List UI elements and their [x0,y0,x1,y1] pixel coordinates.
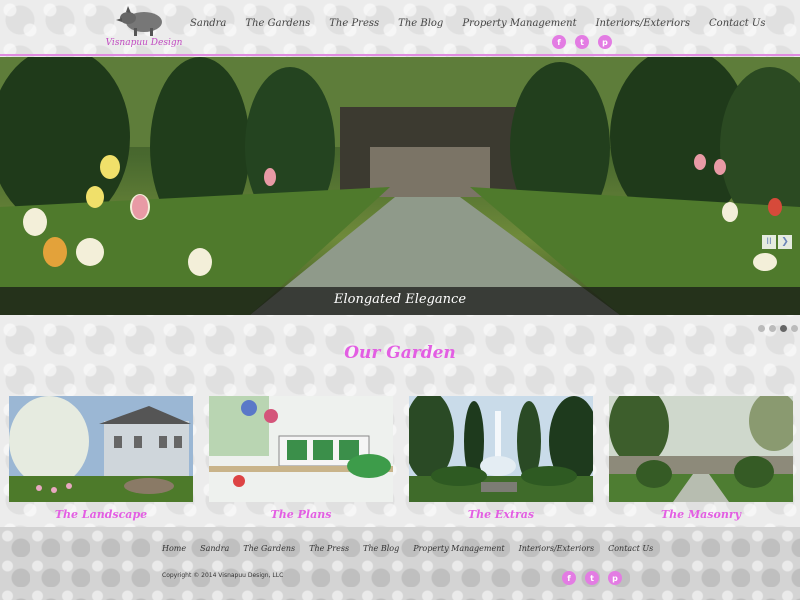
plans-image [209,396,393,502]
twitter-icon[interactable]: t [575,35,589,49]
slider-controls: II ❯ [762,235,792,249]
card-extras[interactable]: The Extras [409,396,593,521]
footer-nav-gardens[interactable]: The Gardens [243,544,295,553]
landscape-image [9,396,193,502]
site-header: Visnapuu Design Sandra The Gardens The P… [0,0,800,56]
header-social: f t p [552,35,612,49]
nav-item-property-management[interactable]: Property Management [462,18,576,29]
footer-nav-property-management[interactable]: Property Management [413,544,504,553]
card-masonry[interactable]: The Masonry [609,396,793,521]
nav-item-sandra[interactable]: Sandra [190,18,226,29]
masonry-image [609,396,793,502]
footer-nav-contact[interactable]: Contact Us [608,544,653,553]
footer-nav-blog[interactable]: The Blog [363,544,399,553]
slide-caption-bar: Elongated Elegance [0,287,800,315]
card-label: The Extras [467,508,535,521]
logo-text: Visnapuu Design [105,38,183,48]
garden-path-image [0,57,800,315]
logo[interactable]: Visnapuu Design [104,2,184,52]
pause-button[interactable]: II [762,235,776,249]
main-nav: Sandra The Gardens The Press The Blog Pr… [190,18,784,29]
footer-nav: Home Sandra The Gardens The Press The Bl… [162,544,667,553]
card-plans[interactable]: The Plans [209,396,393,521]
pinterest-icon[interactable]: p [598,35,612,49]
slider-pagination [758,325,798,332]
footer-social: f t p [562,571,622,585]
nav-item-gardens[interactable]: The Gardens [245,18,310,29]
slide-dot-3[interactable] [780,325,787,332]
nav-item-blog[interactable]: The Blog [398,18,443,29]
facebook-icon[interactable]: f [562,571,576,585]
next-slide-button[interactable]: ❯ [778,235,792,249]
footer-nav-home[interactable]: Home [162,544,186,553]
card-label: The Plans [270,508,332,521]
nav-item-contact[interactable]: Contact Us [709,18,765,29]
section-title: Our Garden [344,343,456,363]
nav-item-press[interactable]: The Press [329,18,379,29]
extras-image [409,396,593,502]
twitter-icon[interactable]: t [585,571,599,585]
slide-caption: Elongated Elegance [333,292,467,307]
footer-nav-sandra[interactable]: Sandra [200,544,229,553]
slide-dot-1[interactable] [758,325,765,332]
pinterest-icon[interactable]: p [608,571,622,585]
hero-slider[interactable]: Elongated Elegance II ❯ [0,57,800,315]
boar-logo-icon [116,6,162,36]
footer-nav-interiors-exteriors[interactable]: Interiors/Exteriors [519,544,595,553]
card-landscape[interactable]: The Landscape [9,396,193,521]
slide-dot-2[interactable] [769,325,776,332]
card-label: The Landscape [54,508,148,521]
copyright: Copyright © 2014 Visnapuu Design, LLC [162,572,284,579]
slide-dot-4[interactable] [791,325,798,332]
facebook-icon[interactable]: f [552,35,566,49]
footer-nav-press[interactable]: The Press [309,544,349,553]
site-footer: Home Sandra The Gardens The Press The Bl… [0,527,800,600]
card-label: The Masonry [660,508,742,521]
nav-item-interiors-exteriors[interactable]: Interiors/Exteriors [596,18,690,29]
